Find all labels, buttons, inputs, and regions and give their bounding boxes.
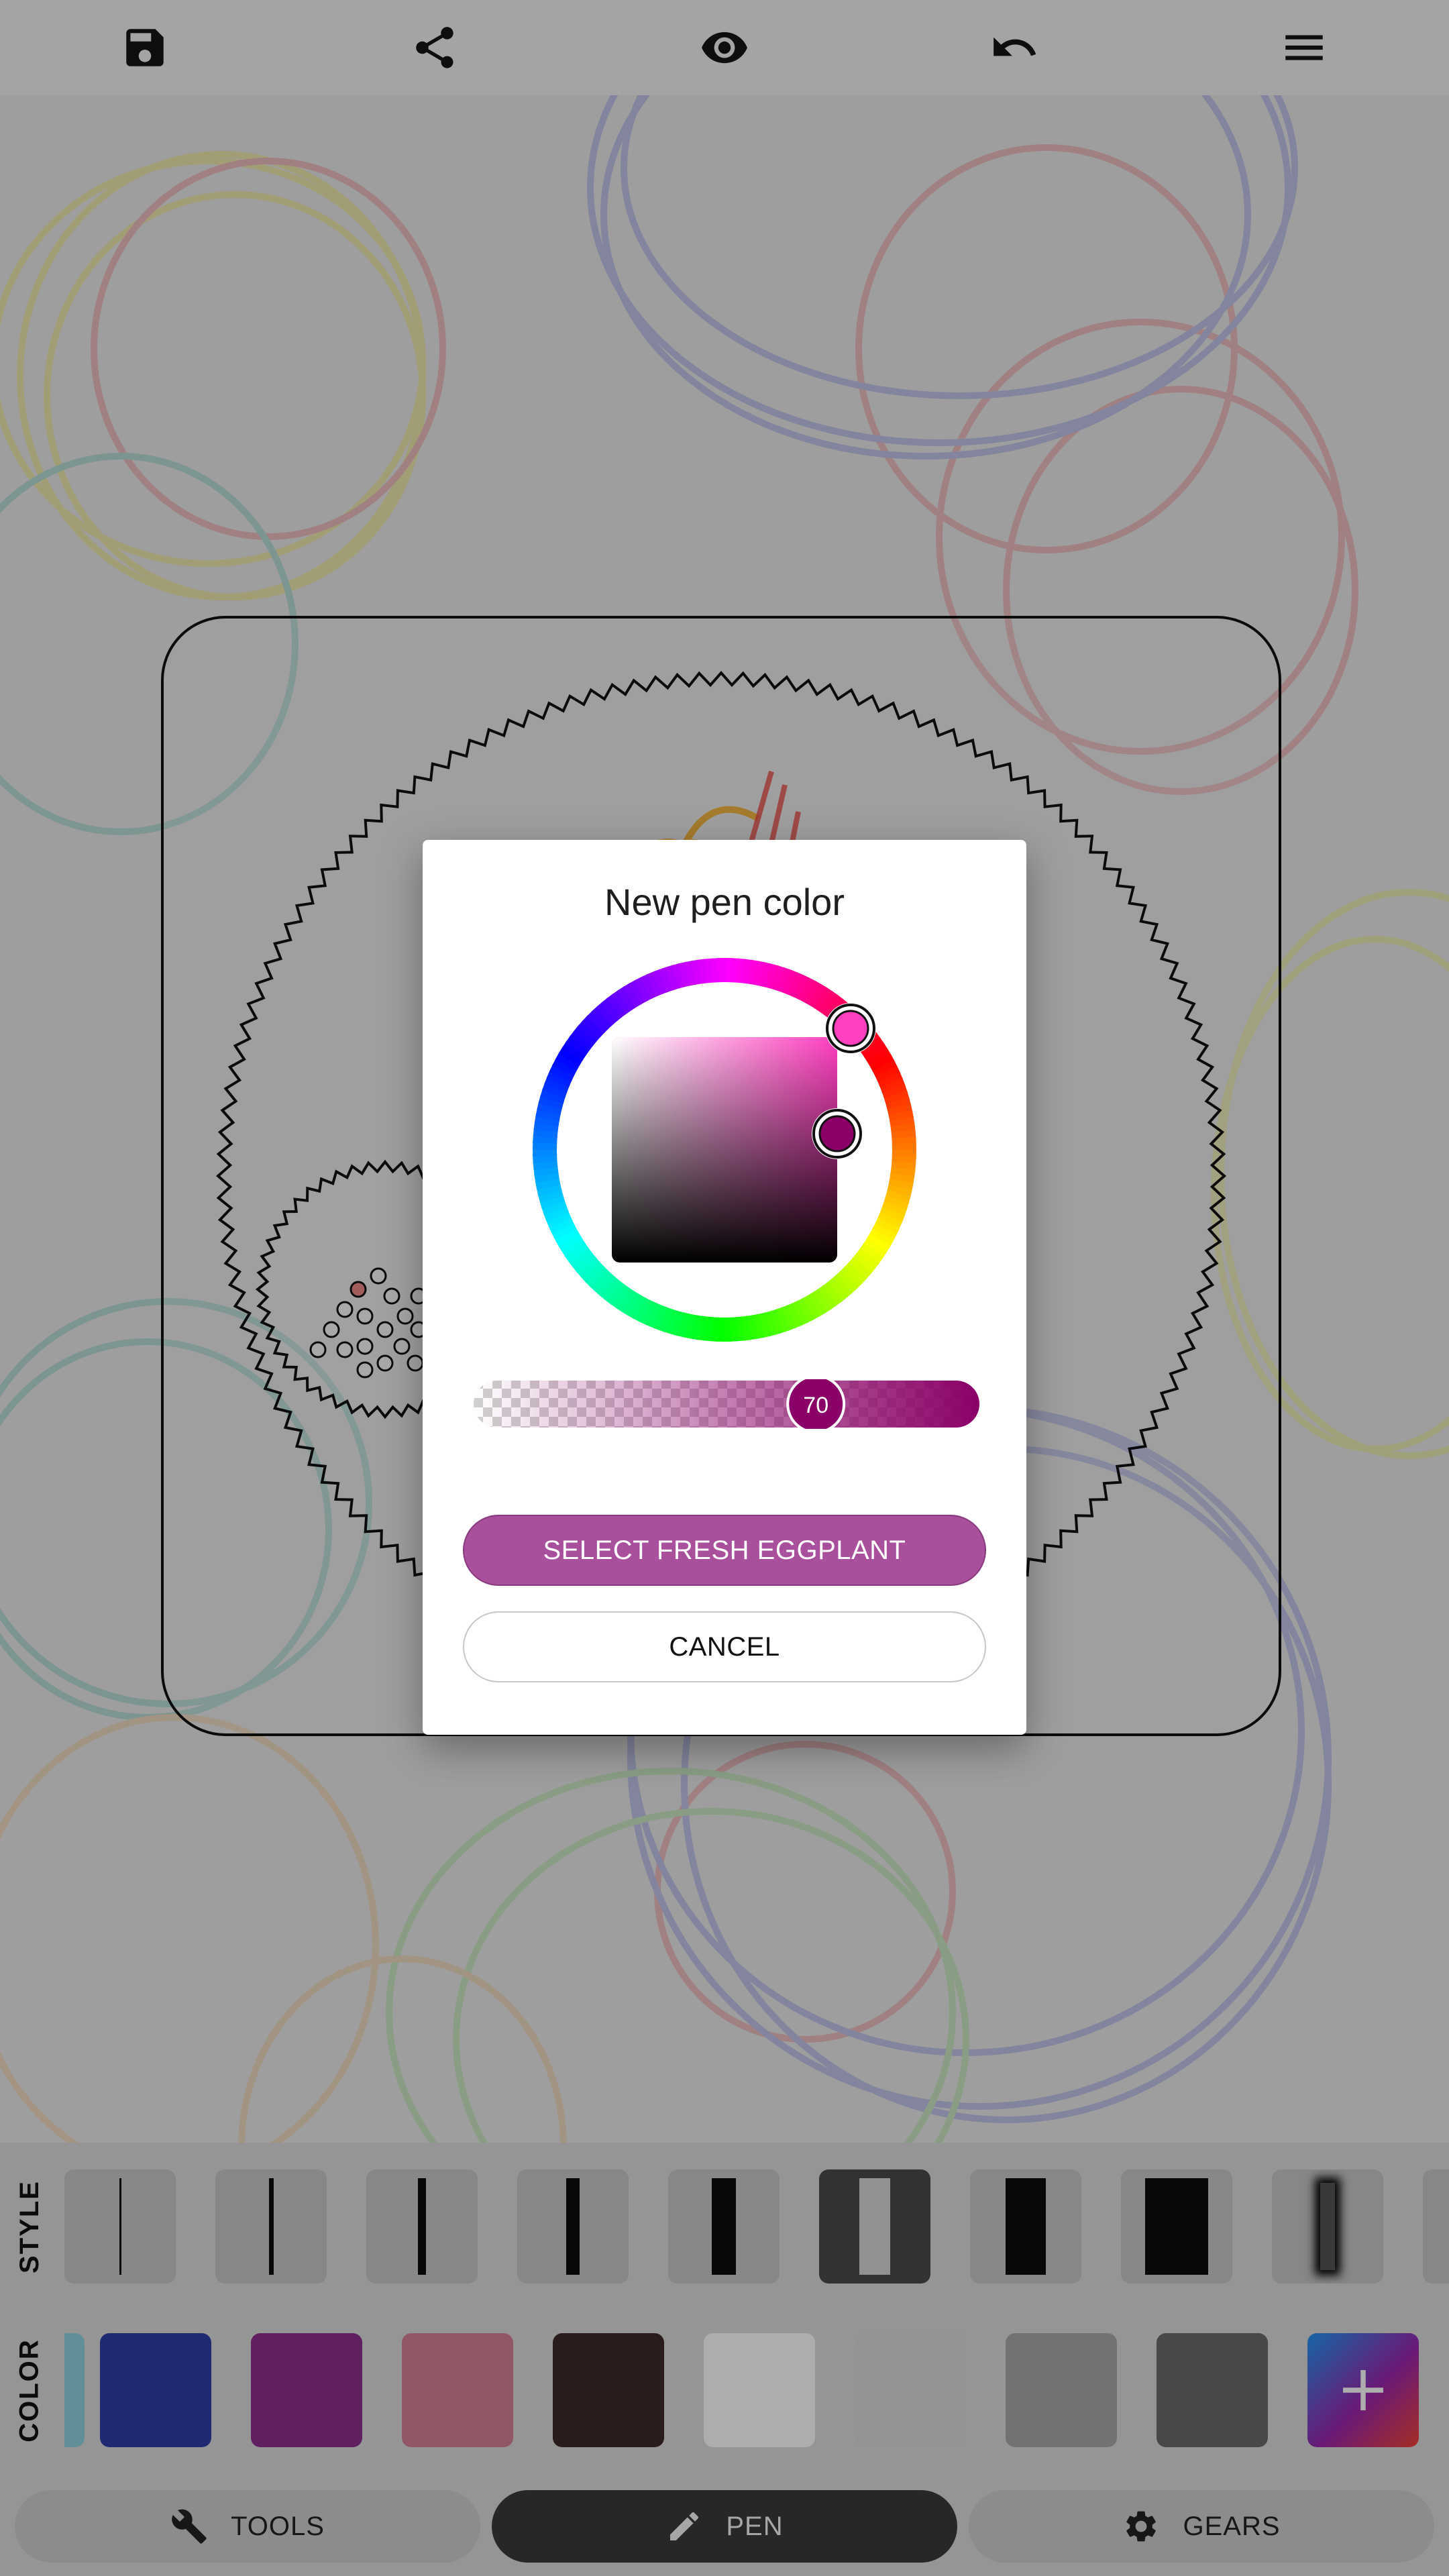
color-wheel-picker[interactable] xyxy=(533,958,916,1342)
alpha-thumb[interactable]: 70 xyxy=(786,1379,846,1429)
drawing-screen: STYLE COLOR TOOLS PEN GEARS New pen colo… xyxy=(0,0,1449,2576)
alpha-value: 70 xyxy=(803,1393,828,1418)
select-color-button[interactable]: SELECT FRESH EGGPLANT xyxy=(463,1515,986,1586)
sv-handle[interactable] xyxy=(812,1108,863,1159)
cancel-button[interactable]: CANCEL xyxy=(463,1611,986,1682)
dialog-title: New pen color xyxy=(604,881,845,923)
alpha-slider[interactable]: 70 xyxy=(474,1379,979,1429)
color-picker-dialog: New pen color 70 SELECT FRESH EGGPLANT C… xyxy=(423,840,1026,1735)
hue-handle[interactable] xyxy=(825,1003,876,1054)
saturation-value-square[interactable] xyxy=(612,1037,837,1263)
